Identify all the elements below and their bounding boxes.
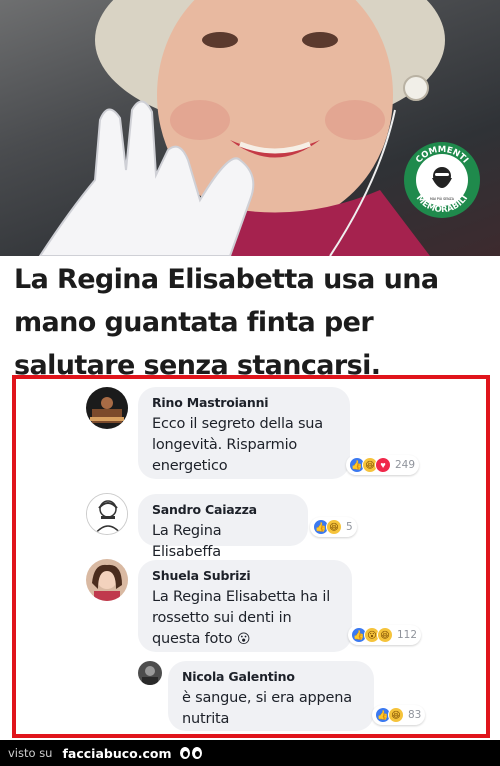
- footer-site-link[interactable]: facciabuco.com: [62, 746, 171, 761]
- reactions-summary[interactable]: 👍 😆 5: [310, 517, 357, 537]
- avatar[interactable]: [86, 493, 128, 535]
- haha-reaction-icon: 😆: [388, 707, 404, 723]
- comment-bubble: Rino Mastroianni Ecco il segreto della s…: [138, 387, 350, 479]
- comment-bubble: Sandro Caiazza La Regina Elisabeffa: [138, 494, 308, 560]
- reaction-count: 83: [408, 709, 422, 721]
- eyes-logo-icon: [179, 747, 202, 759]
- header-photo: COMMENTI MEMORABILI MAI PIÙ SENZA: [0, 0, 500, 256]
- reactions-summary[interactable]: 👍 😆 ♥ 249: [346, 455, 420, 475]
- wow-emoji-icon: 😮: [236, 632, 251, 647]
- haha-reaction-icon: 😆: [377, 627, 393, 643]
- footer-bar: visto su facciabuco.com: [0, 740, 500, 766]
- badge-center-text: MAI PIÙ SENZA: [430, 196, 455, 201]
- reaction-count: 112: [397, 629, 418, 641]
- footer-prefix: visto su: [8, 746, 53, 760]
- headline: La Regina Elisabetta usa una mano guanta…: [14, 264, 439, 381]
- reactions-summary[interactable]: 👍 😆 83: [372, 705, 426, 725]
- reaction-count: 249: [395, 459, 416, 471]
- comment-text: La Regina Elisabeffa: [152, 523, 222, 560]
- comment-bubble: Shuela Subrizi La Regina Elisabetta ha i…: [138, 560, 352, 652]
- comment-bubble: Nicola Galentino è sangue, si era appena…: [168, 661, 374, 731]
- avatar[interactable]: [138, 661, 162, 685]
- avatar[interactable]: [86, 387, 128, 429]
- commenti-memorabili-badge: COMMENTI MEMORABILI MAI PIÙ SENZA: [402, 140, 482, 220]
- reactions-summary[interactable]: 👍 😮 😆 112: [348, 625, 422, 645]
- comment-author[interactable]: Sandro Caiazza: [152, 502, 294, 517]
- love-reaction-icon: ♥: [375, 457, 391, 473]
- comment-author[interactable]: Nicola Galentino: [182, 669, 360, 684]
- haha-reaction-icon: 😆: [326, 519, 342, 535]
- comment-text: Ecco il segreto della sua longevità. Ris…: [152, 416, 323, 474]
- comment-text: è sangue, si era appena nutrita: [182, 690, 352, 727]
- comment-author[interactable]: Shuela Subrizi: [152, 568, 338, 583]
- reaction-count: 5: [346, 521, 353, 533]
- comment-author[interactable]: Rino Mastroianni: [152, 395, 336, 410]
- comments-frame: Rino Mastroianni Ecco il segreto della s…: [12, 375, 490, 738]
- comment-text: La Regina Elisabetta ha il rossetto sui …: [152, 587, 338, 650]
- avatar[interactable]: [86, 559, 128, 601]
